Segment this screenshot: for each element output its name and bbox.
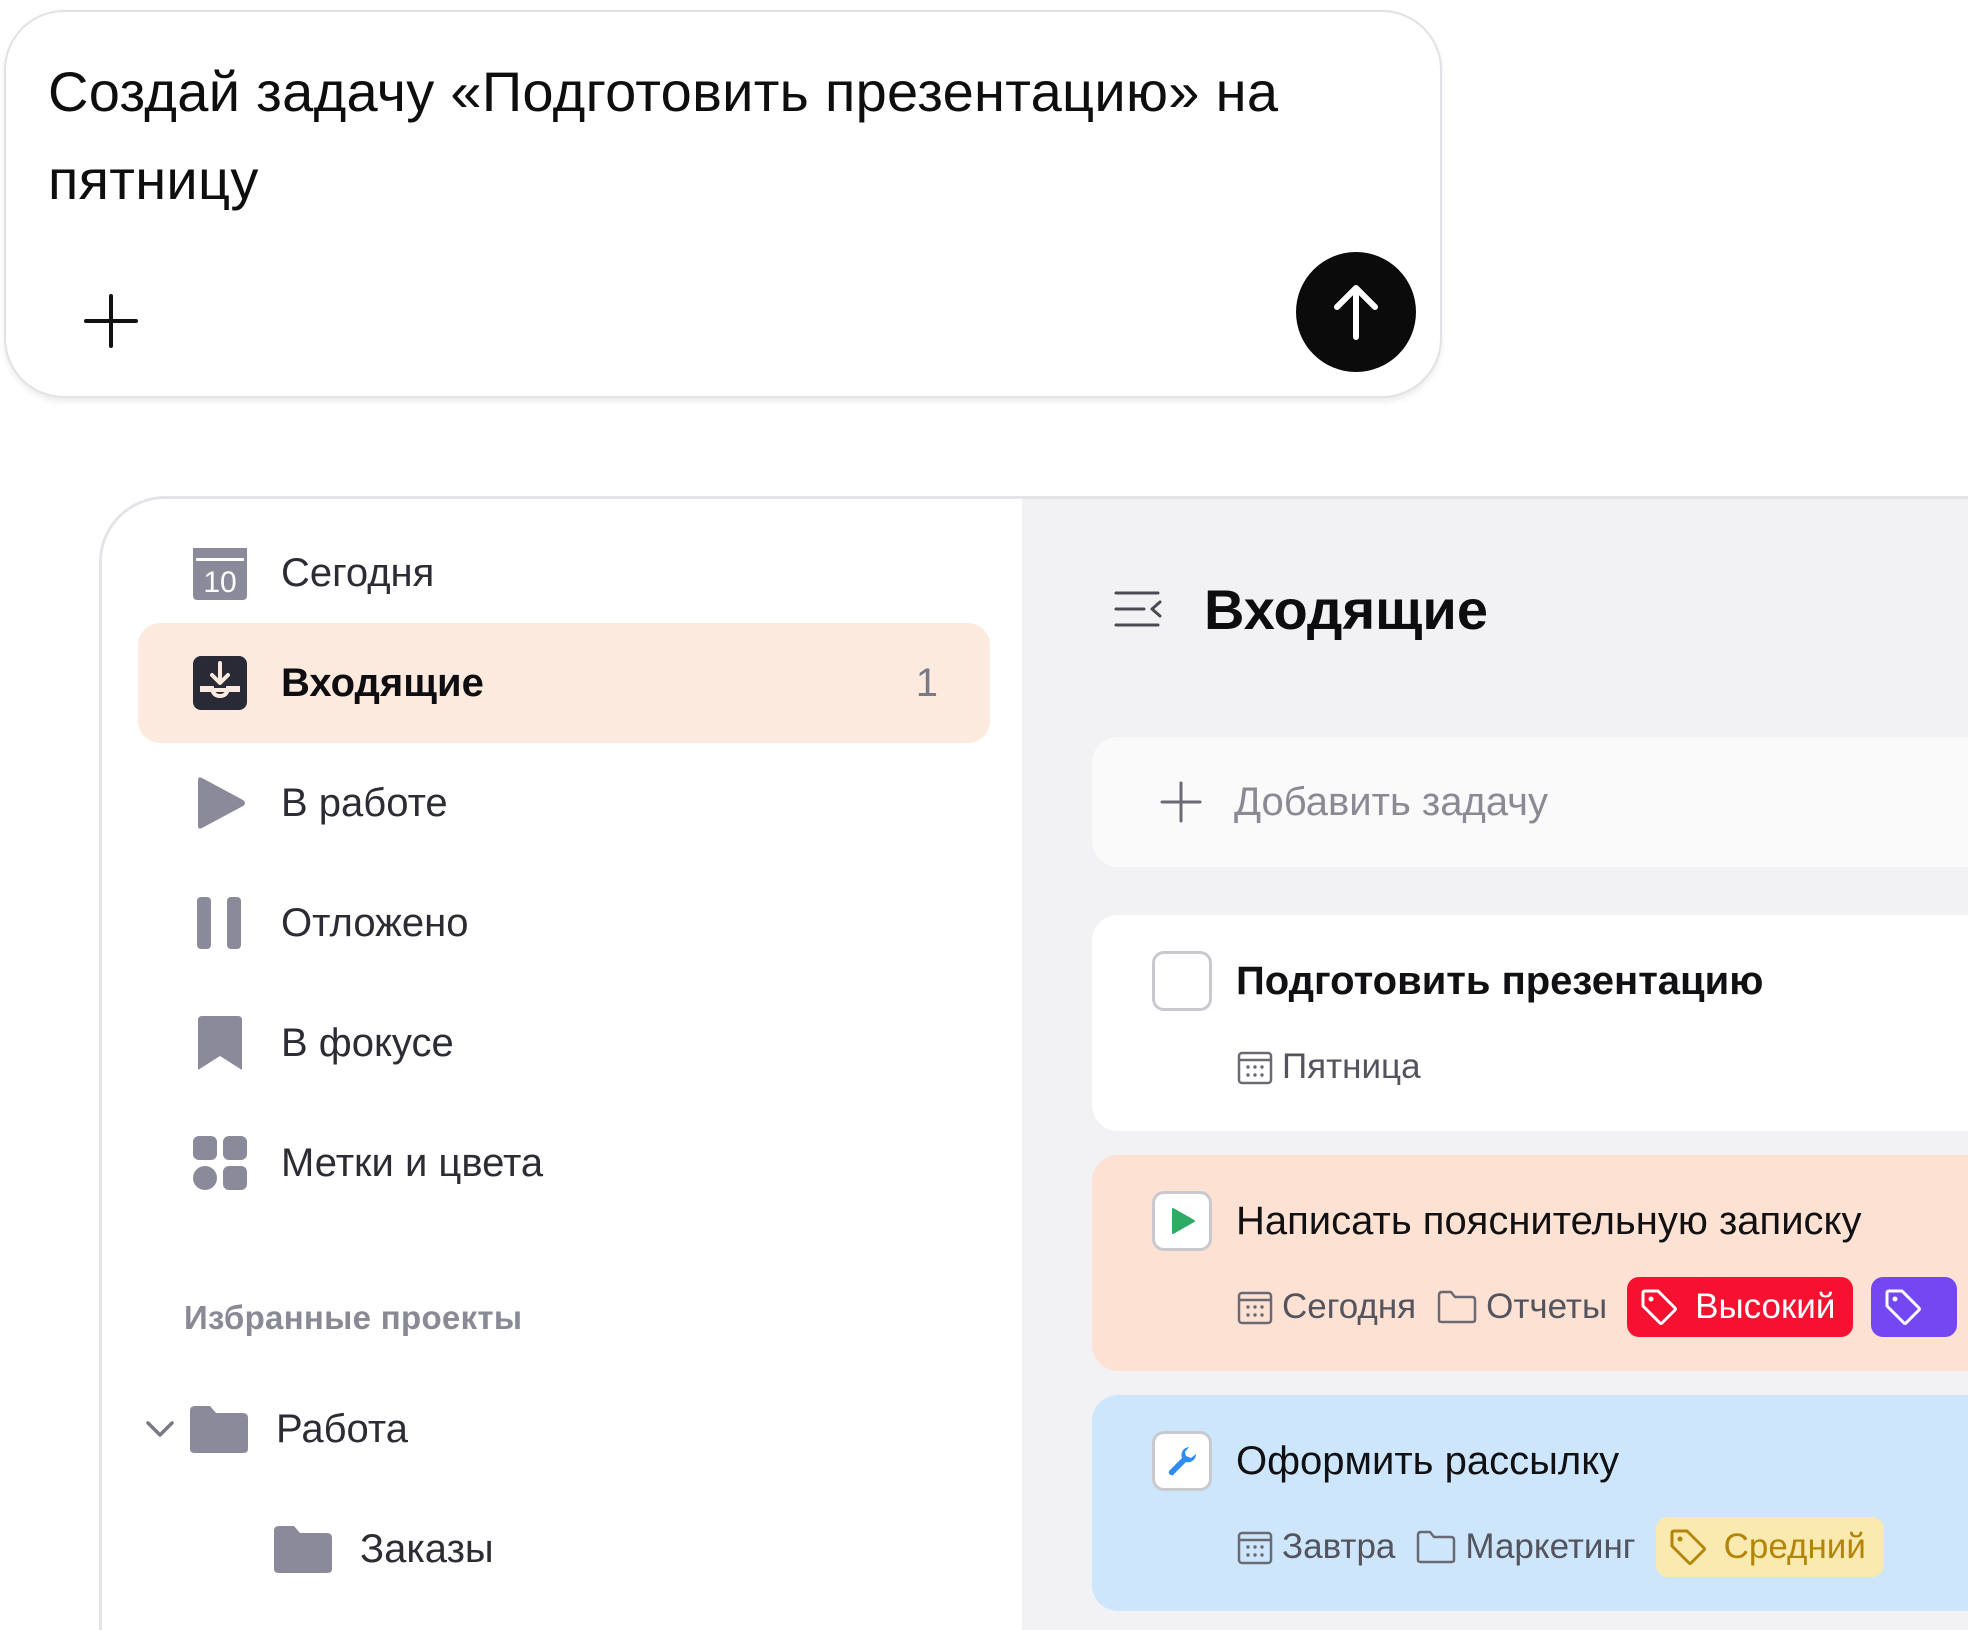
chevron-down-icon[interactable] (142, 1411, 178, 1447)
folder-icon (190, 1406, 248, 1453)
label-tag[interactable] (1871, 1277, 1958, 1337)
collapse-sidebar-icon[interactable] (1114, 587, 1164, 631)
inbox-count: 1 (915, 660, 938, 705)
project-label: Заказы (360, 1526, 494, 1571)
send-button[interactable] (1296, 252, 1416, 372)
add-task-button[interactable]: Добавить задачу (1092, 737, 1968, 867)
task-date: Пятница (1236, 1047, 1421, 1087)
arrow-up-icon (1334, 285, 1378, 340)
project-orders[interactable]: Заказы (272, 1509, 494, 1589)
tags-grid-icon (190, 1133, 250, 1193)
task-meta: Пятница (1236, 1035, 1441, 1099)
sidebar-item-in-progress[interactable]: В работе (138, 743, 990, 863)
play-icon (190, 773, 250, 833)
pause-icon (190, 893, 250, 953)
task-meta: Сегодня Отчеты Высокий (1236, 1275, 1968, 1339)
task-project: Отчеты (1436, 1287, 1607, 1327)
task-checkbox[interactable] (1152, 951, 1212, 1011)
favorites-section-title: Избранные проекты (184, 1299, 523, 1336)
add-task-label: Добавить задачу (1234, 779, 1549, 824)
calendar-10-icon: 10 (190, 543, 250, 603)
calendar-icon (1237, 1291, 1273, 1325)
folder-icon (274, 1526, 332, 1573)
inbox-icon (190, 653, 250, 713)
calendar-icon (1237, 1531, 1273, 1565)
task-card[interactable]: Подготовить презентацию Пятница (1092, 915, 1968, 1131)
priority-tag-medium[interactable]: Средний (1655, 1517, 1884, 1577)
task-project: Маркетинг (1415, 1527, 1636, 1567)
tag-icon (1885, 1289, 1922, 1325)
prompt-text[interactable]: Создай задачу «Подготовить презентацию» … (48, 48, 1368, 224)
folder-outline-icon (1417, 1530, 1456, 1564)
sidebar-item-inbox[interactable]: Входящие 1 (138, 623, 990, 743)
task-card[interactable]: Написать пояснительную записку Сегодня О… (1092, 1155, 1968, 1371)
task-card[interactable]: Оформить рассылку Завтра Маркетинг Средн… (1092, 1395, 1968, 1611)
bookmark-icon (190, 1013, 250, 1073)
project-label: Работа (276, 1406, 408, 1451)
sidebar-item-label: Сегодня (281, 550, 435, 595)
task-title: Подготовить презентацию (1236, 959, 1764, 1003)
tag-icon (1670, 1529, 1706, 1565)
play-icon (1172, 1208, 1195, 1234)
sidebar-item-postponed[interactable]: Отложено (138, 863, 990, 983)
sidebar-item-label: Отложено (281, 900, 469, 945)
sidebar-item-focus[interactable]: В фокусе (138, 983, 990, 1103)
project-work[interactable]: Работа (142, 1389, 408, 1469)
calendar-icon (1237, 1051, 1273, 1085)
task-status-in-progress[interactable] (1152, 1191, 1212, 1251)
tag-icon (1641, 1289, 1678, 1325)
priority-tag-high[interactable]: Высокий (1627, 1277, 1854, 1337)
today-date: 10 (203, 566, 236, 599)
task-date: Завтра (1236, 1527, 1395, 1567)
app-window: 10 Сегодня Входящие 1 В работе Отложено … (99, 496, 1968, 1630)
main-header: Входящие (1114, 559, 1488, 659)
sidebar-item-tags[interactable]: Метки и цвета (138, 1103, 990, 1223)
sidebar-item-label: В работе (281, 780, 448, 825)
task-meta: Завтра Маркетинг Средний (1236, 1515, 1902, 1579)
folder-outline-icon (1437, 1290, 1477, 1324)
plus-icon (1160, 781, 1202, 823)
sidebar-item-label: Входящие (281, 660, 484, 705)
wrench-icon (1168, 1447, 1197, 1476)
task-date: Сегодня (1236, 1287, 1416, 1327)
sidebar-item-label: Метки и цвета (281, 1140, 544, 1185)
plus-icon[interactable] (66, 276, 156, 366)
main-panel: Входящие Добавить задачу Подготовить пре… (1022, 499, 1968, 1630)
sidebar-item-today[interactable]: 10 Сегодня (138, 513, 990, 633)
sidebar: 10 Сегодня Входящие 1 В работе Отложено … (102, 499, 1022, 1630)
task-title: Оформить рассылку (1236, 1439, 1620, 1483)
sidebar-item-label: В фокусе (281, 1020, 454, 1065)
task-title: Написать пояснительную записку (1236, 1199, 1862, 1243)
task-status-tool[interactable] (1152, 1431, 1212, 1491)
prompt-composer[interactable]: Создай задачу «Подготовить презентацию» … (4, 10, 1442, 398)
page-title: Входящие (1204, 577, 1488, 641)
